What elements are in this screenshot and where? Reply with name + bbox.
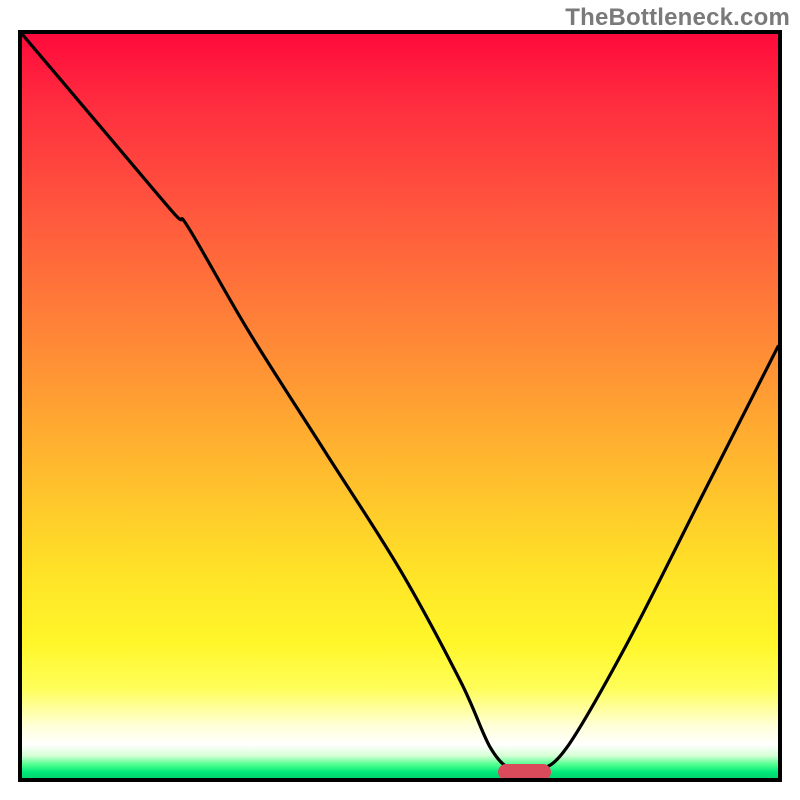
plot-area bbox=[18, 30, 782, 782]
curve-svg bbox=[22, 34, 778, 778]
watermark-text: TheBottleneck.com bbox=[565, 4, 790, 32]
chart-canvas: TheBottleneck.com bbox=[0, 0, 800, 800]
bottleneck-curve bbox=[22, 34, 778, 773]
trough-marker bbox=[498, 764, 551, 780]
